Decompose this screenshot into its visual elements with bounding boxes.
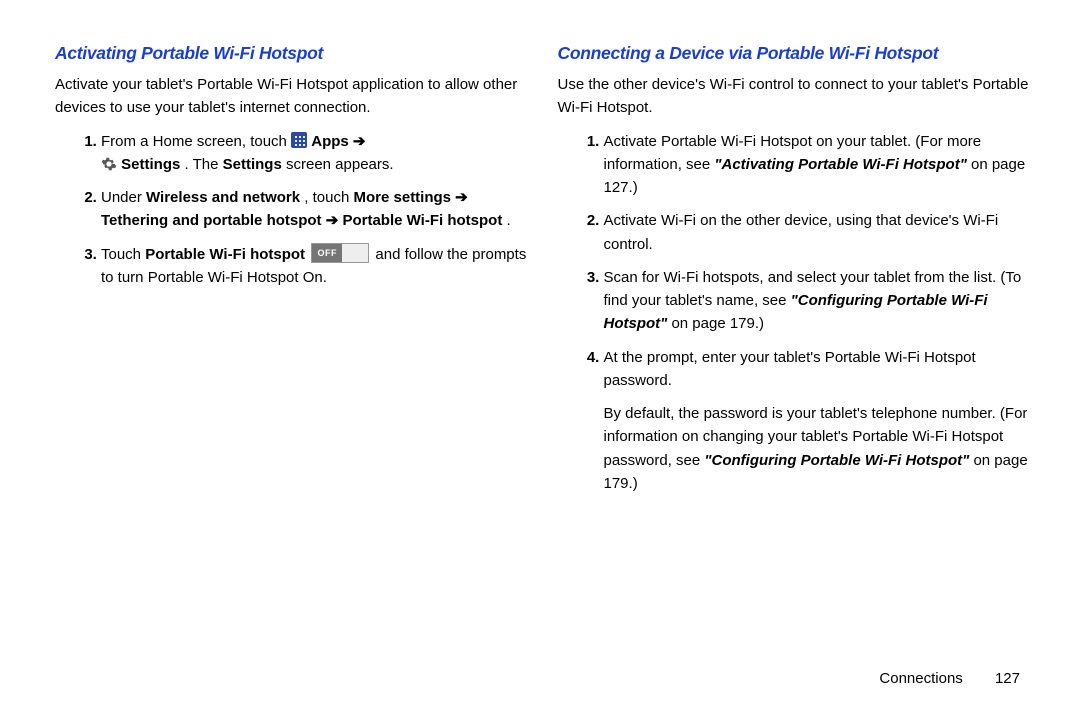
apps-icon [291,132,307,148]
page-footer: Connections 127 [55,657,1030,690]
right-note: By default, the password is your tablet'… [604,402,1031,495]
portable-hotspot-label: Portable Wi-Fi hotspot [342,212,502,229]
right-step-2: Activate Wi-Fi on the other device, usin… [604,209,1031,256]
text: Activate Wi-Fi on the other device, usin… [604,212,999,252]
xref: "Activating Portable Wi-Fi Hotspot" [714,156,966,173]
text: , touch [304,189,353,206]
footer-section: Connections [879,670,962,687]
settings-label-2: Settings [223,156,282,173]
tethering-label: Tethering and portable hotspot [101,212,338,229]
settings-icon [101,156,117,172]
manual-page: Activating Portable Wi-Fi Hotspot Activa… [0,0,1080,720]
left-step-1: From a Home screen, touch Apps Settings … [101,130,528,177]
right-step-1: Activate Portable Wi-Fi Hotspot on your … [604,130,1031,200]
more-settings-label: More settings [354,189,468,206]
wireless-label: Wireless and network [146,189,300,206]
left-column: Activating Portable Wi-Fi Hotspot Activa… [55,40,528,657]
portable-hotspot-label: Portable Wi-Fi hotspot [145,246,305,263]
left-step-3: Touch Portable Wi-Fi hotspot and follow … [101,243,528,290]
text: Under [101,189,146,206]
toggle-off-icon [311,243,369,263]
xref: "Configuring Portable Wi-Fi Hotspot" [704,452,969,469]
left-step-2: Under Wireless and network , touch More … [101,186,528,233]
text: From a Home screen, touch [101,133,291,150]
right-step-3: Scan for Wi-Fi hotspots, and select your… [604,266,1031,336]
left-section-title: Activating Portable Wi-Fi Hotspot [55,40,528,67]
right-step-4: At the prompt, enter your tablet's Porta… [604,346,1031,393]
text: At the prompt, enter your tablet's Porta… [604,349,976,389]
text: screen appears. [286,156,394,173]
text: . The [185,156,223,173]
right-section-title: Connecting a Device via Portable Wi-Fi H… [558,40,1031,67]
footer-page-number: 127 [995,670,1020,687]
text: Touch [101,246,145,263]
right-column: Connecting a Device via Portable Wi-Fi H… [558,40,1031,657]
right-steps: Activate Portable Wi-Fi Hotspot on your … [558,130,1031,393]
two-column-layout: Activating Portable Wi-Fi Hotspot Activa… [55,40,1030,657]
text: on page 179.) [671,315,764,332]
apps-label: Apps [311,133,365,150]
left-intro: Activate your tablet's Portable Wi-Fi Ho… [55,73,528,120]
settings-label: Settings [121,156,180,173]
right-intro: Use the other device's Wi-Fi control to … [558,73,1031,120]
text: . [507,212,511,229]
left-steps: From a Home screen, touch Apps Settings … [55,130,528,290]
